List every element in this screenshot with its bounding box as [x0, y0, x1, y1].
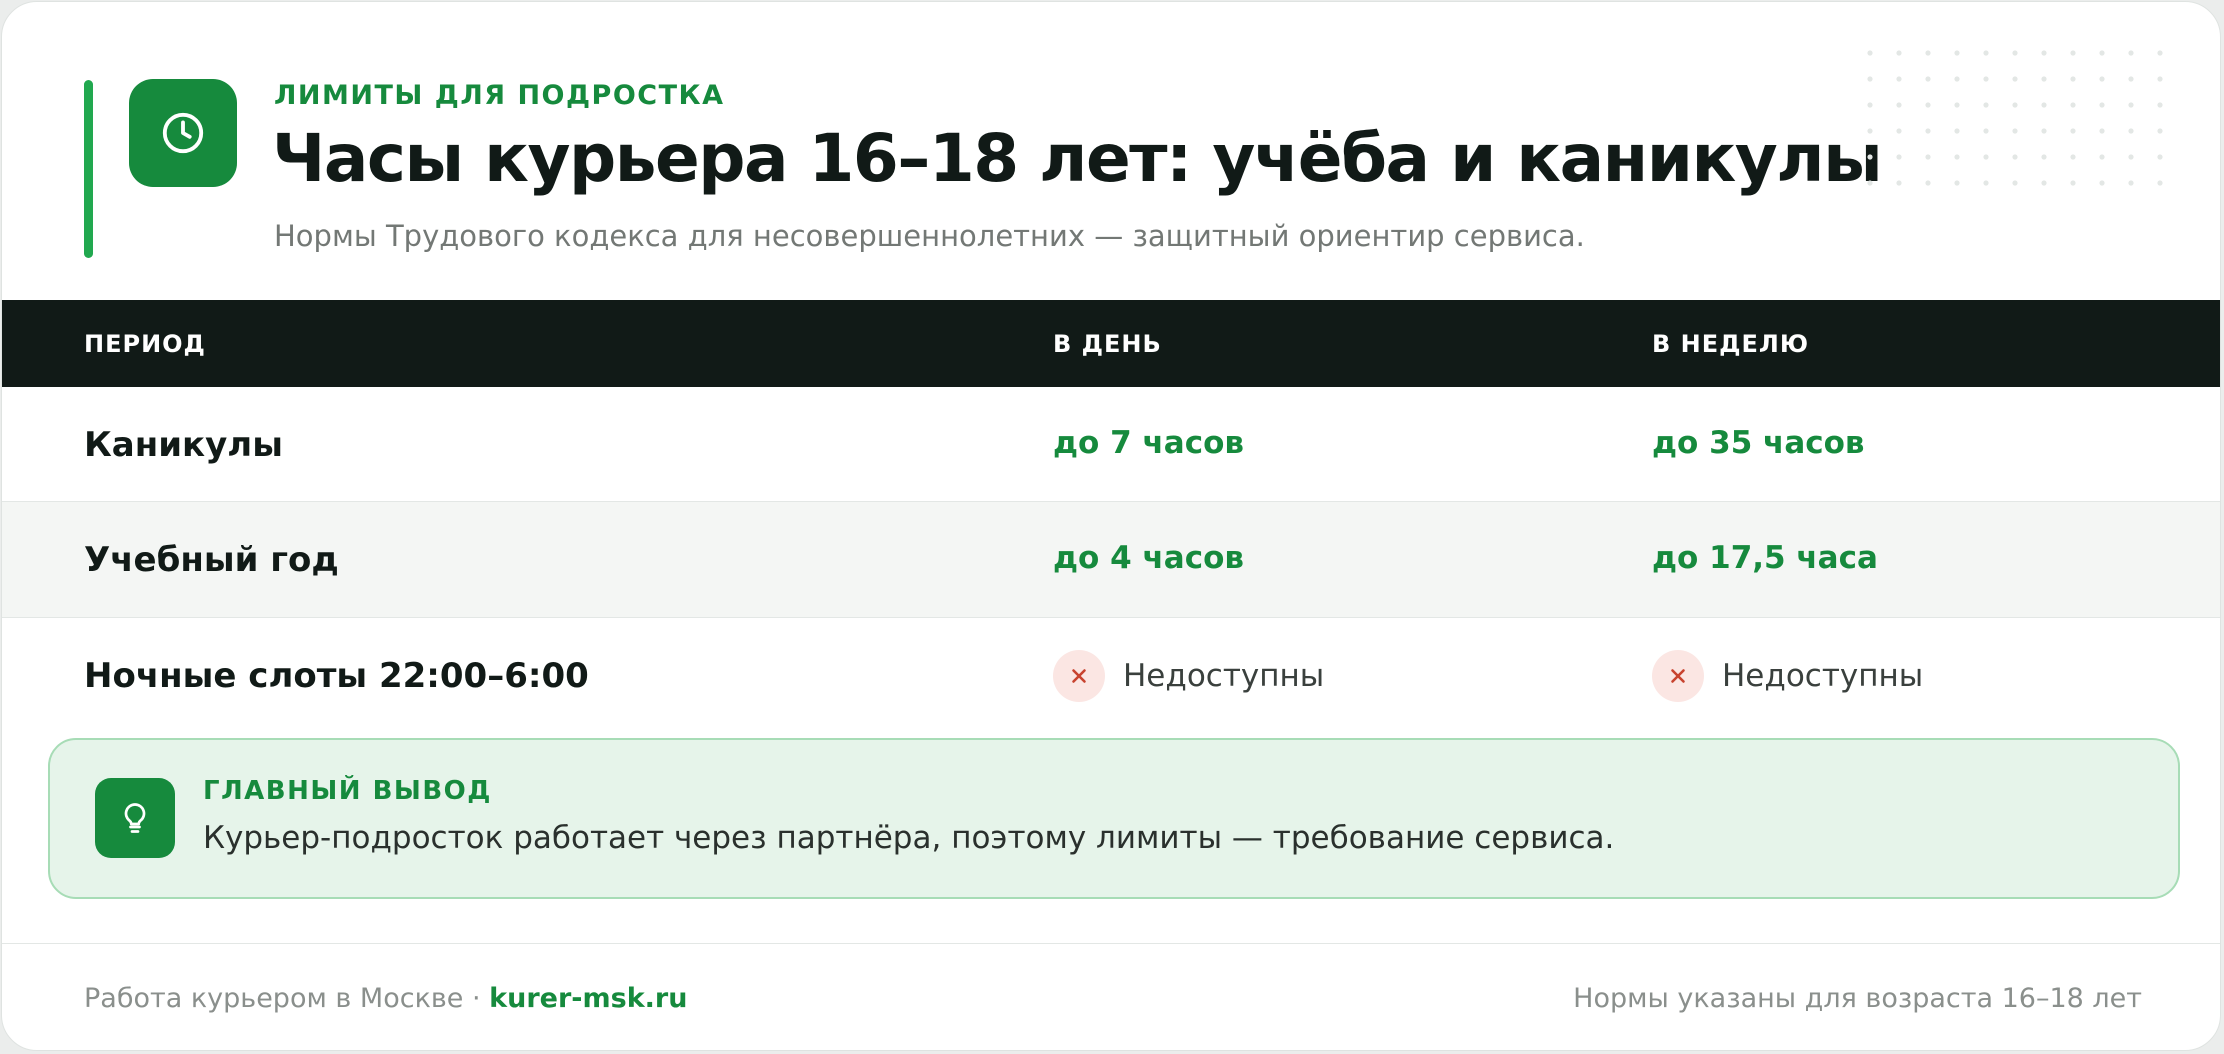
footer-divider — [2, 943, 2220, 944]
takeaway-text: Курьер-подросток работает через партнёра… — [203, 820, 1615, 856]
column-header-week: В НЕДЕЛЮ — [1652, 330, 1810, 358]
day-limit-cell: до 7 часов — [1053, 425, 1244, 461]
table-row: Ночные слоты 22:00–6:00 Недоступны Недос… — [2, 618, 2220, 738]
unavailable-label: Недоступны — [1123, 658, 1325, 694]
x-badge — [1053, 650, 1105, 702]
period-cell: Каникулы — [84, 425, 283, 465]
week-unavailable-cell: Недоступны — [1652, 650, 1923, 702]
footer-source-text: Работа курьером в Москве · — [84, 983, 490, 1014]
table-row: Учебный год до 4 часов до 17,5 часа — [2, 502, 2220, 618]
x-icon — [1072, 669, 1086, 683]
week-limit-cell: до 17,5 часа — [1652, 540, 1878, 576]
day-limit-cell: до 4 часов — [1053, 540, 1244, 576]
dot-pattern — [1867, 50, 2163, 186]
limits-card: ЛИМИТЫ ДЛЯ ПОДРОСТКА Часы курьера 16–18 … — [1, 1, 2221, 1051]
eyebrow-label: ЛИМИТЫ ДЛЯ ПОДРОСТКА — [274, 80, 725, 111]
week-limit-cell: до 35 часов — [1652, 425, 1865, 461]
page-subtitle: Нормы Трудового кодекса для несовершенно… — [274, 219, 1585, 253]
takeaway-callout: ГЛАВНЫЙ ВЫВОД Курьер-подросток работает … — [48, 738, 2180, 899]
bulb-tile — [95, 778, 175, 858]
column-header-period: ПЕРИОД — [84, 330, 206, 358]
footer-note: Нормы указаны для возраста 16–18 лет — [1573, 983, 2142, 1014]
accent-bar — [84, 80, 93, 258]
footer-source: Работа курьером в Москве · kurer-msk.ru — [84, 983, 687, 1014]
day-unavailable-cell: Недоступны — [1053, 650, 1324, 702]
footer-site-link[interactable]: kurer-msk.ru — [489, 983, 687, 1014]
clock-icon — [162, 112, 204, 154]
table-row: Каникулы до 7 часов до 35 часов — [2, 387, 2220, 502]
lightbulb-icon — [124, 803, 146, 833]
column-header-day: В ДЕНЬ — [1053, 330, 1162, 358]
table-header: ПЕРИОД В ДЕНЬ В НЕДЕЛЮ — [2, 300, 2220, 387]
period-cell: Учебный год — [84, 540, 339, 580]
period-cell: Ночные слоты 22:00–6:00 — [84, 656, 589, 696]
unavailable-label: Недоступны — [1722, 658, 1924, 694]
clock-tile — [129, 79, 237, 187]
takeaway-title: ГЛАВНЫЙ ВЫВОД — [203, 776, 492, 806]
page-title: Часы курьера 16–18 лет: учёба и каникулы — [272, 120, 1883, 197]
x-badge — [1652, 650, 1704, 702]
x-icon — [1671, 669, 1685, 683]
